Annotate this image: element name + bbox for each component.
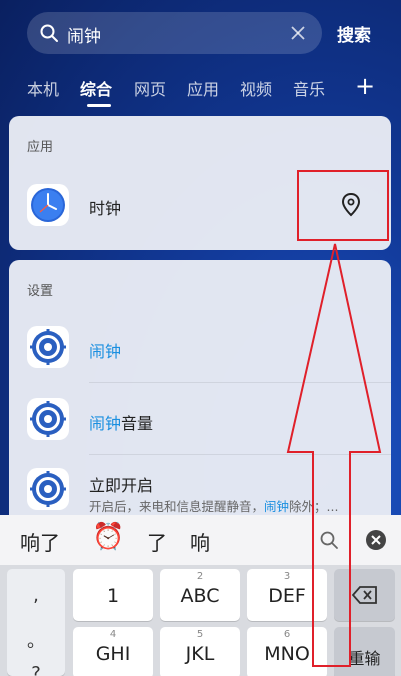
key-mno[interactable]: 6 MNO	[247, 627, 327, 676]
app-name: 时钟	[89, 199, 122, 218]
search-icon	[40, 24, 58, 42]
reenter-button[interactable]: 重输	[334, 627, 395, 676]
candidate-word[interactable]: 响了	[20, 527, 60, 556]
tab-bar: 本机 综合 网页 应用 视频 音乐	[0, 76, 401, 107]
key-abc[interactable]: 2 ABC	[160, 569, 240, 621]
settings-card: 设置 闹钟 闹钟音量 立即开启 开启后，来电和信息提醒静音，闹钟除外；...	[9, 260, 391, 530]
apps-section-title: 应用	[27, 140, 54, 155]
candidate-word[interactable]: 了	[147, 527, 167, 556]
settings-item-label: 闹钟	[89, 342, 122, 361]
key-jkl[interactable]: 5 JKL	[160, 627, 240, 676]
candidate-word[interactable]: 响	[190, 527, 210, 556]
candidate-bar: 响了 ⏰ 了 响	[0, 515, 401, 565]
punct-key[interactable]: 。	[7, 627, 65, 653]
active-tab-indicator	[87, 104, 111, 107]
apps-card: 应用 时钟	[9, 116, 391, 250]
keyboard: , 。 ? 1 2 ABC 3 DEF 4 GHI 5 JKL 6 MNO 重输	[0, 565, 401, 676]
search-query-text: 闹钟	[67, 27, 101, 47]
add-tab-button[interactable]: +	[355, 72, 375, 100]
settings-gear-icon	[27, 398, 69, 440]
tab-apps[interactable]: 应用	[187, 76, 219, 100]
clock-icon	[27, 184, 69, 226]
punct-key[interactable]: ?	[7, 663, 65, 676]
clear-icon[interactable]	[288, 23, 308, 43]
settings-section-title: 设置	[27, 284, 54, 299]
alarm-clock-emoji[interactable]: ⏰	[92, 522, 124, 552]
key-ghi[interactable]: 4 GHI	[73, 627, 153, 676]
tab-video[interactable]: 视频	[240, 76, 272, 100]
settings-gear-icon	[27, 326, 69, 368]
settings-item-label: 闹钟音量	[89, 414, 154, 433]
close-icon[interactable]	[365, 529, 387, 551]
tab-all[interactable]: 综合	[80, 76, 112, 100]
divider	[89, 382, 391, 383]
location-pin-icon[interactable]	[340, 192, 362, 218]
settings-item-label: 立即开启	[89, 476, 154, 495]
search-button[interactable]: 搜索	[337, 21, 371, 46]
tab-web[interactable]: 网页	[134, 76, 166, 100]
backspace-icon	[351, 586, 377, 604]
tab-local[interactable]: 本机	[27, 76, 59, 100]
punct-key[interactable]: ,	[7, 585, 65, 606]
search-icon[interactable]	[319, 530, 339, 550]
tab-music[interactable]: 音乐	[293, 76, 325, 100]
backspace-button[interactable]	[334, 569, 395, 621]
punctuation-column[interactable]: , 。 ?	[7, 569, 65, 676]
key-def[interactable]: 3 DEF	[247, 569, 327, 621]
search-input[interactable]: 闹钟	[27, 12, 322, 54]
divider	[89, 454, 391, 455]
settings-gear-icon	[27, 468, 69, 510]
key-1[interactable]: 1	[73, 569, 153, 621]
settings-item-subtitle: 开启后，来电和信息提醒静音，闹钟除外；...	[89, 499, 339, 514]
